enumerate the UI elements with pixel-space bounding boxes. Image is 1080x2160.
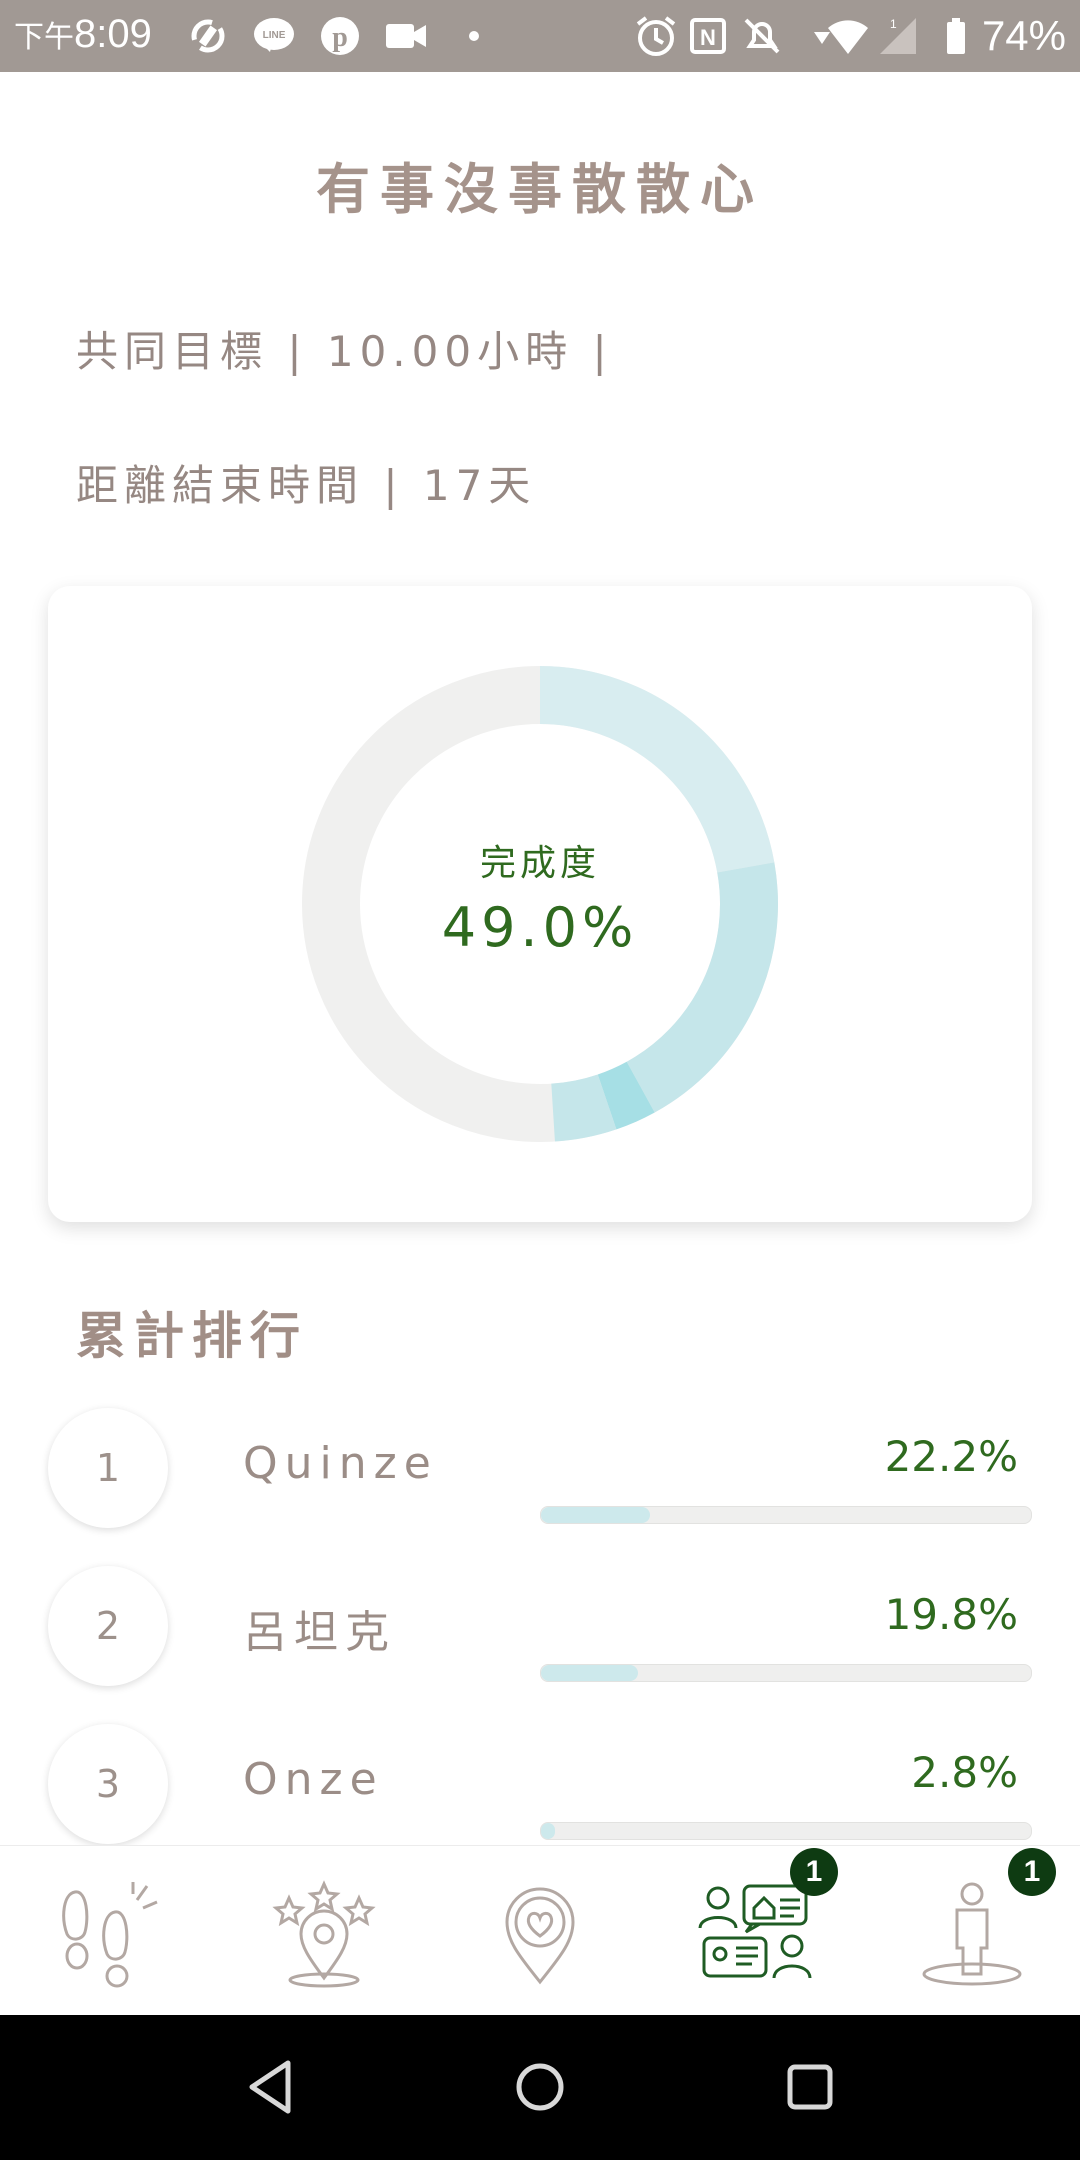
battery-icon: [947, 18, 965, 54]
rank-progress-fill: [541, 1665, 639, 1681]
rank-name: Onze: [243, 1754, 384, 1805]
ranking-row[interactable]: 1 Quinze 22.2%: [0, 1408, 1080, 1548]
bottom-navigation: 1 1: [0, 1845, 1080, 2016]
nav-profile[interactable]: 1: [864, 1846, 1080, 2016]
heart-location-icon: [505, 1887, 575, 1985]
svg-text:p: p: [332, 22, 348, 53]
line-icon: LINE: [254, 18, 294, 52]
nav-star-location[interactable]: [216, 1846, 432, 2016]
footprints-icon: [62, 1882, 158, 1988]
donut-segment: [597, 1061, 655, 1130]
alarm-icon: [636, 16, 676, 56]
svg-text:1: 1: [890, 17, 897, 31]
sync-icon: [191, 19, 225, 53]
rank-progress-fill: [541, 1823, 555, 1839]
donut-segment: [550, 1074, 617, 1142]
recents-icon[interactable]: [780, 2057, 840, 2117]
back-icon[interactable]: [244, 2057, 296, 2117]
remaining-time-text: 距離結束時間 | 17天: [76, 461, 537, 510]
community-icon: [698, 1884, 812, 1979]
status-bar: 下午8:09 LINE p N 1 74%: [0, 0, 1080, 72]
system-navigation-bar: [0, 2015, 1080, 2160]
rank-name: 呂坦克: [243, 1607, 396, 1658]
wifi-icon: [828, 20, 868, 54]
person-icon: [922, 1882, 1022, 1986]
progress-card: 完成度 49.0%: [48, 586, 1032, 1222]
goal-text: 共同目標 | 10.00小時 |: [76, 327, 613, 376]
rank-progress-bar: [540, 1506, 1032, 1524]
mute-icon: [744, 18, 780, 54]
home-icon[interactable]: [510, 2057, 570, 2117]
rank-number: 1: [48, 1408, 168, 1528]
svg-text:LINE: LINE: [263, 30, 286, 41]
rank-progress-fill: [541, 1507, 650, 1523]
pinterest-icon: p: [321, 17, 359, 55]
dot-icon: [469, 31, 479, 41]
ranking-row[interactable]: 2 呂坦克 19.8%: [0, 1566, 1080, 1706]
nav-footprints[interactable]: [0, 1846, 216, 2016]
rank-percent: 19.8%: [884, 1590, 1018, 1639]
nav-heart-location[interactable]: [432, 1846, 648, 2016]
status-time: 下午8:09: [14, 12, 152, 56]
ranking-row[interactable]: 3 Onze 2.8%: [0, 1724, 1080, 1864]
rank-progress-bar: [540, 1822, 1032, 1840]
svg-text:N: N: [700, 25, 716, 50]
nav-community[interactable]: 1: [648, 1846, 864, 2016]
completion-label: 完成度: [479, 843, 600, 884]
community-badge: 1: [790, 1848, 838, 1896]
completion-value: 49.0%: [441, 896, 639, 959]
ranking-title: 累計排行: [76, 1307, 308, 1365]
rank-name: Quinze: [243, 1438, 438, 1489]
rank-number: 2: [48, 1566, 168, 1686]
page-title: 有事沒事散散心: [316, 158, 764, 221]
nfc-icon: N: [690, 18, 726, 54]
rank-percent: 2.8%: [911, 1748, 1018, 1797]
rank-progress-bar: [540, 1664, 1032, 1682]
battery-percent: 74%: [981, 12, 1066, 59]
rank-number: 3: [48, 1724, 168, 1844]
signal-icon: 1: [880, 17, 916, 54]
rank-percent: 22.2%: [884, 1432, 1018, 1481]
star-location-icon: [272, 1880, 376, 1988]
video-icon: [386, 24, 426, 48]
profile-badge: 1: [1008, 1848, 1056, 1896]
